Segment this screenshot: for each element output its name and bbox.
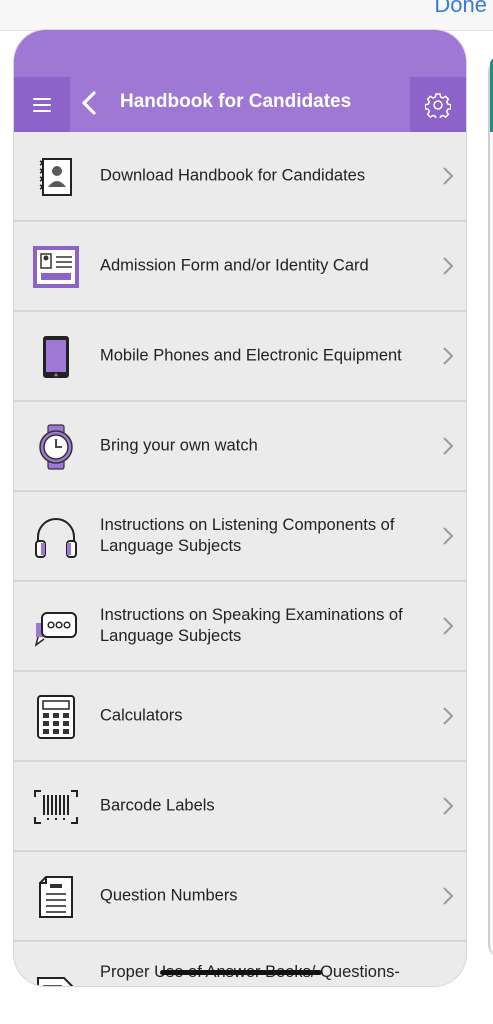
hamburger-icon — [33, 97, 51, 112]
headphones-icon — [32, 513, 80, 561]
chevron-right-icon — [443, 707, 454, 725]
list-item-admission-form[interactable]: Admission Form and/or Identity Card — [14, 222, 466, 312]
list-item-mobile-phones[interactable]: Mobile Phones and Electronic Equipment — [14, 312, 466, 402]
chevron-right-icon — [443, 527, 454, 545]
calculator-icon — [32, 693, 80, 741]
list-item-label: Barcode Labels — [100, 796, 215, 815]
list-item-download-handbook[interactable]: Download Handbook for Candidates — [14, 132, 466, 222]
chevron-right-icon — [443, 257, 454, 275]
chevron-right-icon — [443, 887, 454, 905]
list-item-speaking-examinations[interactable]: Instructions on Speaking Examinations of… — [14, 582, 466, 672]
handbook-panel: Handbook for Candidates Download Handboo… — [14, 30, 466, 986]
list-item-calculators[interactable]: Calculators — [14, 672, 466, 762]
list-item-question-numbers[interactable]: Question Numbers — [14, 852, 466, 942]
background-card — [488, 58, 493, 958]
list-item-answer-books[interactable]: Proper Use of Answer Books/ Questions- — [14, 942, 466, 986]
watch-icon — [32, 423, 80, 471]
modal-top-strip: Done — [0, 0, 493, 31]
done-button[interactable]: Done — [434, 0, 487, 18]
list-item-watch[interactable]: Bring your own watch — [14, 402, 466, 492]
menu-button[interactable] — [14, 77, 70, 132]
mobile-phone-icon — [32, 333, 80, 381]
chevron-right-icon — [443, 167, 454, 185]
list-item-label: Admission Form and/or Identity Card — [100, 256, 369, 275]
handbook-list: Download Handbook for Candidates Admissi… — [14, 132, 466, 986]
barcode-icon — [32, 783, 80, 831]
chevron-right-icon — [443, 437, 454, 455]
id-card-icon — [32, 243, 80, 291]
list-item-label: Question Numbers — [100, 886, 238, 905]
list-item-label: Mobile Phones and Electronic Equipment — [100, 346, 402, 365]
chevron-right-icon — [443, 347, 454, 365]
list-item-barcode-labels[interactable]: Barcode Labels — [14, 762, 466, 852]
list-item-label: Bring your own watch — [100, 436, 258, 455]
handbook-icon — [32, 153, 80, 201]
settings-button[interactable] — [410, 77, 466, 132]
gear-icon — [425, 92, 451, 118]
speech-bubble-icon — [32, 603, 80, 651]
document-icon — [32, 873, 80, 921]
list-item-label: Calculators — [100, 706, 183, 725]
list-item-label: Download Handbook for Candidates — [100, 166, 366, 185]
list-item-label: Instructions on Speaking Examinations of… — [100, 606, 403, 645]
home-indicator — [160, 970, 322, 975]
chevron-right-icon — [443, 797, 454, 815]
panel-header: Handbook for Candidates — [14, 30, 466, 132]
back-chevron-icon[interactable] — [78, 88, 100, 118]
list-item-listening-components[interactable]: Instructions on Listening Components of … — [14, 492, 466, 582]
list-item-label: Instructions on Listening Components of … — [100, 516, 395, 555]
page-title: Handbook for Candidates — [120, 91, 352, 112]
chevron-right-icon — [443, 617, 454, 635]
answer-book-icon — [32, 966, 80, 986]
